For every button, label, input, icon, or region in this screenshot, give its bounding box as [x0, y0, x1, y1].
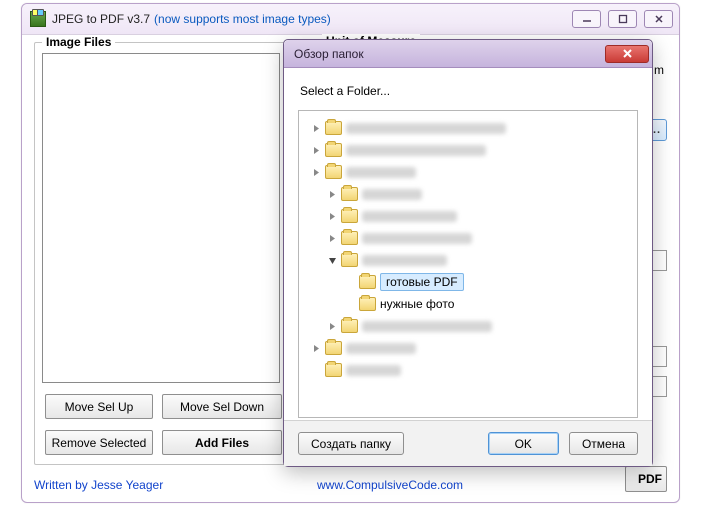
dialog-footer: Создать папку OK Отмена	[284, 420, 652, 466]
tree-row[interactable]	[305, 183, 631, 205]
folder-icon	[325, 143, 342, 157]
move-sel-down-button[interactable]: Move Sel Down	[162, 394, 282, 419]
dialog-title: Обзор папок	[294, 47, 364, 61]
redacted-label	[362, 211, 457, 222]
expand-icon[interactable]	[327, 189, 337, 199]
tree-row[interactable]	[305, 139, 631, 161]
tree-item-label: нужные фото	[380, 297, 454, 311]
written-by-link[interactable]: Written by Jesse Yeager	[34, 478, 163, 492]
remove-selected-button[interactable]: Remove Selected	[45, 430, 153, 455]
tree-row-selected[interactable]: готовые PDF	[305, 271, 631, 293]
expand-icon[interactable]	[311, 123, 321, 133]
expand-icon[interactable]	[311, 343, 321, 353]
minimize-button[interactable]	[572, 10, 601, 28]
expand-icon[interactable]	[327, 211, 337, 221]
tree-row[interactable]	[305, 337, 631, 359]
maximize-button[interactable]	[608, 10, 637, 28]
unit-trailing-letter: m	[654, 63, 664, 77]
folder-icon	[325, 121, 342, 135]
main-titlebar[interactable]: JPEG to PDF v3.7 (now supports most imag…	[22, 4, 679, 35]
tree-row[interactable]: нужные фото	[305, 293, 631, 315]
image-files-listbox[interactable]	[42, 53, 280, 383]
redacted-label	[346, 343, 416, 354]
expand-icon[interactable]	[327, 233, 337, 243]
dialog-close-button[interactable]	[605, 45, 649, 63]
collapse-icon[interactable]	[327, 255, 337, 265]
folder-icon	[325, 165, 342, 179]
folder-icon	[325, 341, 342, 355]
window-controls	[572, 10, 673, 28]
homepage-link[interactable]: www.CompulsiveCode.com	[317, 478, 463, 492]
redacted-label	[362, 189, 422, 200]
folder-icon	[341, 187, 358, 201]
expand-icon[interactable]	[327, 321, 337, 331]
tree-row[interactable]	[305, 161, 631, 183]
folder-icon	[341, 209, 358, 223]
add-files-button[interactable]: Add Files	[162, 430, 282, 455]
dialog-titlebar[interactable]: Обзор папок	[284, 40, 652, 68]
redacted-label	[346, 123, 506, 134]
ok-button[interactable]: OK	[488, 432, 559, 455]
app-icon	[30, 11, 46, 27]
create-pdf-button[interactable]: PDF	[625, 466, 667, 492]
browse-folder-dialog: Обзор папок Select a Folder...	[283, 39, 653, 467]
cancel-button[interactable]: Отмена	[569, 432, 638, 455]
tree-row[interactable]	[305, 205, 631, 227]
image-files-legend: Image Files	[42, 35, 115, 49]
folder-icon	[359, 297, 376, 311]
app-subtitle: (now supports most image types)	[154, 12, 331, 26]
folder-icon	[341, 253, 358, 267]
tree-row[interactable]	[305, 359, 631, 381]
expand-icon[interactable]	[311, 145, 321, 155]
expand-icon[interactable]	[311, 167, 321, 177]
tree-row[interactable]	[305, 315, 631, 337]
tree-row[interactable]	[305, 117, 631, 139]
redacted-label	[362, 233, 472, 244]
expand-icon[interactable]	[311, 365, 321, 375]
redacted-label	[346, 145, 486, 156]
tree-row[interactable]	[305, 249, 631, 271]
folder-tree[interactable]: готовые PDF нужные фото	[298, 110, 638, 418]
close-button[interactable]	[644, 10, 673, 28]
app-title: JPEG to PDF v3.7	[52, 12, 150, 26]
redacted-label	[362, 321, 492, 332]
move-sel-up-button[interactable]: Move Sel Up	[45, 394, 153, 419]
dialog-body: Select a Folder...	[284, 68, 652, 466]
new-folder-button[interactable]: Создать папку	[298, 432, 404, 455]
folder-icon	[325, 363, 342, 377]
redacted-label	[362, 255, 447, 266]
dialog-instruction: Select a Folder...	[300, 84, 638, 98]
folder-icon	[341, 319, 358, 333]
tree-item-label: готовые PDF	[380, 273, 464, 291]
folder-icon	[341, 231, 358, 245]
redacted-label	[346, 167, 416, 178]
image-files-group: Image Files Move Sel Up Move Sel Down Re…	[34, 42, 287, 465]
redacted-label	[346, 365, 401, 376]
tree-row[interactable]	[305, 227, 631, 249]
folder-icon	[359, 275, 376, 289]
